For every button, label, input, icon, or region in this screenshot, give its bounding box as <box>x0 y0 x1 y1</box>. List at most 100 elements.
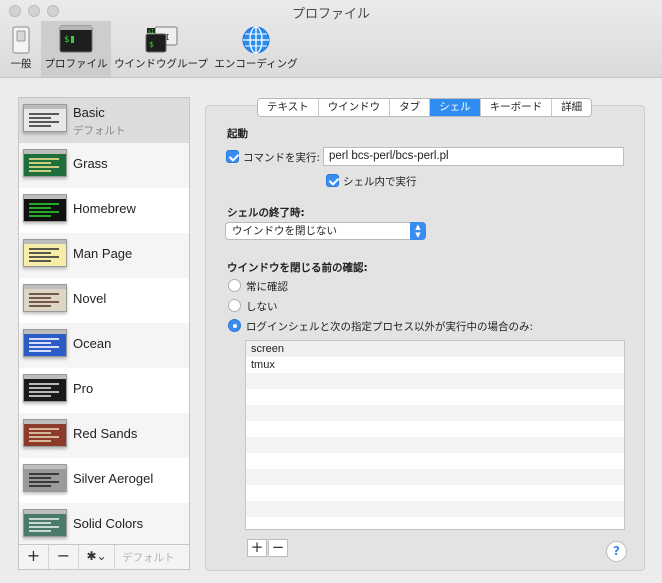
on-exit-select[interactable]: ウインドウを閉じない ▲ ▼ <box>225 222 426 240</box>
set-default-button[interactable]: デフォルト <box>122 550 175 565</box>
toolbar-profiles[interactable]: $ プロファイル <box>41 21 111 77</box>
terminal-preferences-window: プロファイル 一般 $ プロファイル $ $I ウインドウグループ エンコーディ… <box>0 0 662 583</box>
run-in-shell-checkbox[interactable] <box>326 174 339 187</box>
profile-item-pro[interactable]: Pro <box>19 368 189 413</box>
thumbnail-text-line <box>29 305 51 307</box>
add-process-button[interactable]: + <box>247 539 267 557</box>
thumbnail-text-line <box>29 387 51 389</box>
thumbnail-text-line <box>29 428 59 430</box>
thumbnail-text-line <box>29 215 51 217</box>
tab-text[interactable]: テキスト <box>258 99 319 116</box>
settings-tabs: テキスト ウインドウ タブ シェル キーボード 詳細 <box>257 98 593 117</box>
thumbnail-text-line <box>29 203 59 205</box>
thumbnail-text-line <box>29 436 59 438</box>
profile-name: Homebrew <box>73 201 136 216</box>
thumbnail-text-line <box>29 350 51 352</box>
profile-thumbnail <box>23 149 67 177</box>
thumbnail-text-line <box>29 481 59 483</box>
profile-item-ocean[interactable]: Ocean <box>19 323 189 368</box>
thumbnail-text-line <box>29 125 51 127</box>
thumbnail-titlebar <box>24 375 66 379</box>
gear-icon: ✱⌄ <box>86 549 107 563</box>
svg-text:$I: $I <box>148 29 154 35</box>
tab-shell[interactable]: シェル <box>430 99 481 116</box>
profile-item-homebrew[interactable]: Homebrew <box>19 188 189 233</box>
radio-confirm-except-processes[interactable] <box>228 319 241 332</box>
toolbar-general-label: 一般 <box>10 58 32 70</box>
profile-thumbnail <box>23 374 67 402</box>
thumbnail-titlebar <box>24 465 66 469</box>
toolbar-window-groups[interactable]: $I $ $I ウインドウグループ <box>113 21 209 77</box>
remove-process-button[interactable]: − <box>268 539 288 557</box>
profile-item-red-sands[interactable]: Red Sands <box>19 413 189 458</box>
thumbnail-text-line <box>29 522 51 524</box>
thumbnail-text-line <box>29 391 59 393</box>
thumbnail-text-line <box>29 301 59 303</box>
profile-thumbnail <box>23 509 67 537</box>
remove-profile-button[interactable]: − <box>49 545 79 569</box>
run-command-checkbox[interactable] <box>226 150 239 163</box>
profile-name: Silver Aerogel <box>73 471 154 486</box>
thumbnail-text-line <box>29 383 59 385</box>
profile-name: Red Sands <box>73 426 138 441</box>
thumbnail-text-line <box>29 518 59 520</box>
profile-name: Basic <box>73 105 105 120</box>
list-item[interactable]: screen <box>246 341 624 357</box>
tab-window[interactable]: ウインドウ <box>318 99 391 116</box>
command-field[interactable]: perl bcs-perl/bcs-perl.pl <box>323 147 624 166</box>
confirm-close-heading: ウインドウを閉じる前の確認: <box>227 262 368 274</box>
thumbnail-text-line <box>29 158 59 160</box>
radio-confirm-except-processes-label: ログインシェルと次の指定プロセス以外が実行中の場合のみ: <box>246 321 534 333</box>
gear-menu-button[interactable]: ✱⌄ <box>79 545 115 569</box>
list-item[interactable]: tmux <box>246 357 624 373</box>
on-exit-heading: シェルの終了時: <box>227 207 305 219</box>
toolbar-encodings[interactable]: エンコーディング <box>212 21 300 77</box>
add-profile-button[interactable]: + <box>19 545 49 569</box>
profile-item-novel[interactable]: Novel <box>19 278 189 323</box>
thumbnail-text-line <box>29 526 59 528</box>
thumbnail-text-line <box>29 207 51 209</box>
tab-keyboard[interactable]: キーボード <box>480 99 553 116</box>
run-command-label: コマンドを実行: <box>243 152 321 164</box>
startup-heading: 起動 <box>227 128 248 140</box>
radio-always-confirm[interactable] <box>228 279 241 292</box>
thumbnail-text-line <box>29 530 51 532</box>
toolbar-general[interactable]: 一般 <box>3 21 39 77</box>
thumbnail-text-line <box>29 342 51 344</box>
empty-row <box>246 485 624 501</box>
thumbnail-text-line <box>29 432 51 434</box>
radio-never-confirm-label: しない <box>246 301 278 313</box>
thumbnail-text-line <box>29 297 51 299</box>
thumbnail-text-line <box>29 117 51 119</box>
profile-name: Grass <box>73 156 108 171</box>
profile-thumbnail <box>23 329 67 357</box>
profile-thumbnail <box>23 104 67 132</box>
profile-item-solid-colors[interactable]: Solid Colors <box>19 503 189 544</box>
tab-advanced[interactable]: 詳細 <box>552 99 592 116</box>
help-button[interactable]: ? <box>606 541 627 562</box>
thumbnail-text-line <box>29 248 59 250</box>
profile-item-man-page[interactable]: Man Page <box>19 233 189 278</box>
thumbnail-text-line <box>29 211 59 213</box>
radio-never-confirm[interactable] <box>228 299 241 312</box>
profile-name: Pro <box>73 381 94 396</box>
thumbnail-text-line <box>29 477 51 479</box>
thumbnail-text-line <box>29 260 51 262</box>
profile-item-basic[interactable]: Basic デフォルト <box>19 98 189 143</box>
svg-text:$: $ <box>149 40 154 49</box>
thumbnail-titlebar <box>24 285 66 289</box>
process-exclusion-list[interactable]: screen tmux <box>245 340 625 530</box>
thumbnail-titlebar <box>24 240 66 244</box>
profile-name: Man Page <box>73 246 133 261</box>
empty-row <box>246 405 624 421</box>
profile-list-scroll[interactable]: Basic デフォルト Grass Homebrew Man Page Nove… <box>19 98 189 544</box>
tab-tab[interactable]: タブ <box>390 99 431 116</box>
profile-item-silver-aerogel[interactable]: Silver Aerogel <box>19 458 189 503</box>
on-exit-selected-value: ウインドウを閉じない <box>232 225 337 237</box>
profile-thumbnail <box>23 239 67 267</box>
thumbnail-titlebar <box>24 150 66 154</box>
profile-item-grass[interactable]: Grass <box>19 143 189 188</box>
thumbnail-text-line <box>29 473 59 475</box>
thumbnail-titlebar <box>24 330 66 334</box>
thumbnail-text-line <box>29 252 51 254</box>
